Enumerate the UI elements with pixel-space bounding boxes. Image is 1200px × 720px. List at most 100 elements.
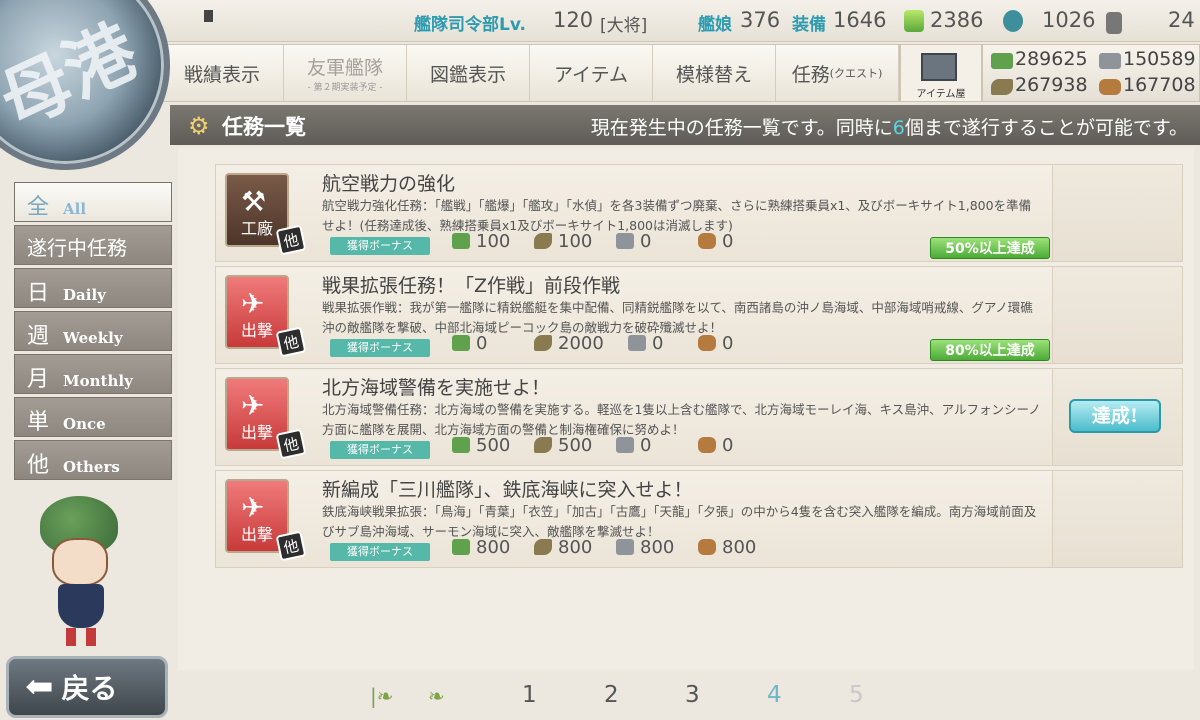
secretary-ship-character[interactable] — [30, 488, 140, 648]
quest-row[interactable]: ⚒ 工廠 他 航空戦力の強化 航空戦力強化任務：「艦戦」「艦爆」「艦攻」「水偵」を… — [215, 164, 1183, 262]
tab-monthly-en: Monthly — [63, 372, 133, 390]
tab-monthly[interactable]: 月 Monthly — [14, 354, 172, 394]
reward-ammo-value: 800 — [558, 537, 593, 558]
reward-steel-value: 0 — [640, 435, 652, 456]
page-5[interactable]: 5 — [849, 682, 864, 708]
quest-row[interactable]: ✈ 出撃 他 北方海域警備を実施せよ！ 北方海域警備任務：北方海域の警備を実施する… — [215, 368, 1183, 466]
quest-description: 鉄底海峡戦果拡張：「鳥海」「青葉」「衣笠」「加古」「古鷹」「天龍」「夕張」の中か… — [322, 504, 1037, 539]
tab-others[interactable]: 他 Others — [14, 440, 172, 480]
reward-fuel: 500 — [452, 435, 510, 456]
main-menu: 戦績表示 友軍艦隊 - 第２期実装予定 - 図鑑表示 アイテム 模様替え 任務 (ク… — [160, 44, 900, 102]
page-4-current[interactable]: 4 — [767, 682, 782, 708]
friend-fleet-button: 友軍艦隊 - 第２期実装予定 - — [284, 45, 407, 101]
item-shop-button[interactable]: アイテム屋 — [900, 44, 982, 102]
reward-bauxite-value: 0 — [722, 231, 734, 252]
reward-steel: 0 — [616, 231, 651, 252]
page-title: 任務一覧 — [222, 114, 306, 139]
bonus-label: 獲得ボーナス — [330, 339, 430, 357]
ship-count: 376 — [740, 8, 781, 32]
tab-weekly[interactable]: 週 Weekly — [14, 311, 172, 351]
ammo-icon — [991, 79, 1013, 95]
hammer-icon: ⚒ — [241, 185, 267, 218]
quest-title: 戦果拡張任務！「Z作戦」前段作戦 — [322, 275, 621, 297]
reward-fuel: 0 — [452, 333, 487, 354]
reward-fuel: 800 — [452, 537, 510, 558]
tab-in-progress-label: 遂行中任務 — [27, 236, 127, 260]
compass-emblem: 母港 — [0, 0, 170, 170]
reward-steel-value: 800 — [640, 537, 675, 558]
record-button[interactable]: 戦績表示 — [161, 45, 284, 101]
status-marker-icon — [204, 10, 213, 22]
quest-button[interactable]: 任務 (クエスト) — [776, 45, 899, 101]
category-label: 工廠 — [240, 219, 273, 238]
ammo-icon — [534, 233, 552, 249]
ammo-icon — [534, 335, 552, 351]
quest-row[interactable]: ✈ 出撃 他 新編成「三川艦隊」、鉄底海峡に突入せよ！ 鉄底海峡戦果拡張：「鳥海」… — [215, 470, 1183, 568]
reward-ammo: 2000 — [534, 333, 604, 354]
screw-icon — [1106, 12, 1122, 34]
steel-amount: 150589 — [1123, 48, 1196, 70]
fuel-icon — [991, 53, 1013, 69]
item-button[interactable]: アイテム — [530, 45, 653, 101]
tab-daily[interactable]: 日 Daily — [14, 268, 172, 308]
category-tabs: 全 All 遂行中任務 日 Daily 週 Weekly 月 Monthly 単 Once… — [14, 182, 172, 483]
reward-ammo: 800 — [534, 537, 592, 558]
ships-label: 艦娘 — [698, 15, 732, 35]
quest-title: 北方海域警備を実施せよ！ — [322, 377, 551, 399]
devmat-count: 1026 — [1042, 8, 1096, 32]
reward-steel-value: 0 — [652, 333, 664, 354]
other-badge: 他 — [275, 428, 307, 460]
quest-description: 航空戦力強化任務：「艦戦」「艦爆」「艦攻」「水偵」を各3装備ずつ廃棄、さらに熟練… — [322, 198, 1032, 233]
tab-all-kanji: 全 — [27, 195, 50, 220]
reward-ammo-value: 2000 — [558, 333, 604, 354]
reward-ammo-value: 100 — [558, 231, 593, 252]
plane-icon: ✈ — [241, 287, 265, 320]
character-face — [52, 538, 108, 586]
page-1[interactable]: 1 — [522, 682, 537, 708]
page-2[interactable]: 2 — [604, 682, 619, 708]
friend-fleet-sub: - 第２期実装予定 - — [307, 83, 383, 93]
first-page-icon[interactable]: |❧ — [370, 684, 394, 708]
bucket-icon — [904, 10, 924, 32]
reward-ammo: 500 — [534, 435, 592, 456]
steel-icon — [616, 539, 634, 555]
header-info-post: 個まで遂行することが可能です。 — [904, 117, 1188, 139]
quest-list-header: ⚙ 任務一覧 現在発生中の任務一覧です。同時に6個まで遂行することが可能です。 — [170, 105, 1200, 145]
steel-icon — [616, 233, 634, 249]
quest-description: 北方海域警備任務：北方海域の警備を実施する。軽巡を1隻以上含む艦隊で、北方海域モ… — [322, 402, 1041, 437]
reward-steel: 0 — [616, 435, 651, 456]
library-button[interactable]: 図鑑表示 — [407, 45, 530, 101]
plane-icon: ✈ — [241, 491, 265, 524]
tab-in-progress[interactable]: 遂行中任務 — [14, 225, 172, 265]
page-3[interactable]: 3 — [685, 682, 700, 708]
gear-icon: ⚙ — [188, 112, 210, 140]
pagination: |❧ ❧ 1 2 3 4 5 — [360, 678, 900, 718]
quest-label: 任務 — [791, 63, 830, 86]
equip-label: 装備 — [792, 15, 826, 35]
hq-level: 120 — [553, 8, 594, 32]
tab-monthly-kanji: 月 — [27, 367, 50, 392]
quest-title: 航空戦力の強化 — [322, 173, 456, 195]
steel-icon — [628, 335, 646, 351]
reward-fuel-value: 100 — [476, 231, 511, 252]
furniture-button[interactable]: 模様替え — [653, 45, 776, 101]
other-badge: 他 — [275, 224, 307, 256]
reward-bauxite: 800 — [698, 537, 756, 558]
library-label: 図鑑表示 — [429, 63, 506, 86]
completed-badge[interactable]: 達成! — [1069, 399, 1161, 433]
quest-status-cell — [1052, 267, 1182, 363]
tab-once[interactable]: 単 Once — [14, 397, 172, 437]
quest-list: ⚒ 工廠 他 航空戦力の強化 航空戦力強化任務：「艦戦」「艦爆」「艦攻」「水偵」を… — [178, 148, 1194, 670]
quest-row[interactable]: ✈ 出撃 他 戦果拡張任務！「Z作戦」前段作戦 戦果拡張作戦：我が第一艦隊に精鋭艦… — [215, 266, 1183, 364]
prev-page-icon[interactable]: ❧ — [428, 684, 445, 708]
tab-all[interactable]: 全 All — [14, 182, 172, 222]
header-info: 現在発生中の任務一覧です。同時に6個まで遂行することが可能です。 — [591, 113, 1188, 140]
ammo-icon — [534, 539, 552, 555]
reward-steel-value: 0 — [640, 231, 652, 252]
back-button[interactable]: ⬅ 戻る — [6, 656, 168, 718]
category-label: 出撃 — [240, 423, 273, 442]
progress-badge: 50%以上達成 — [930, 237, 1050, 259]
ammo-icon — [534, 437, 552, 453]
reward-fuel-value: 500 — [476, 435, 511, 456]
reward-ammo-value: 500 — [558, 435, 593, 456]
